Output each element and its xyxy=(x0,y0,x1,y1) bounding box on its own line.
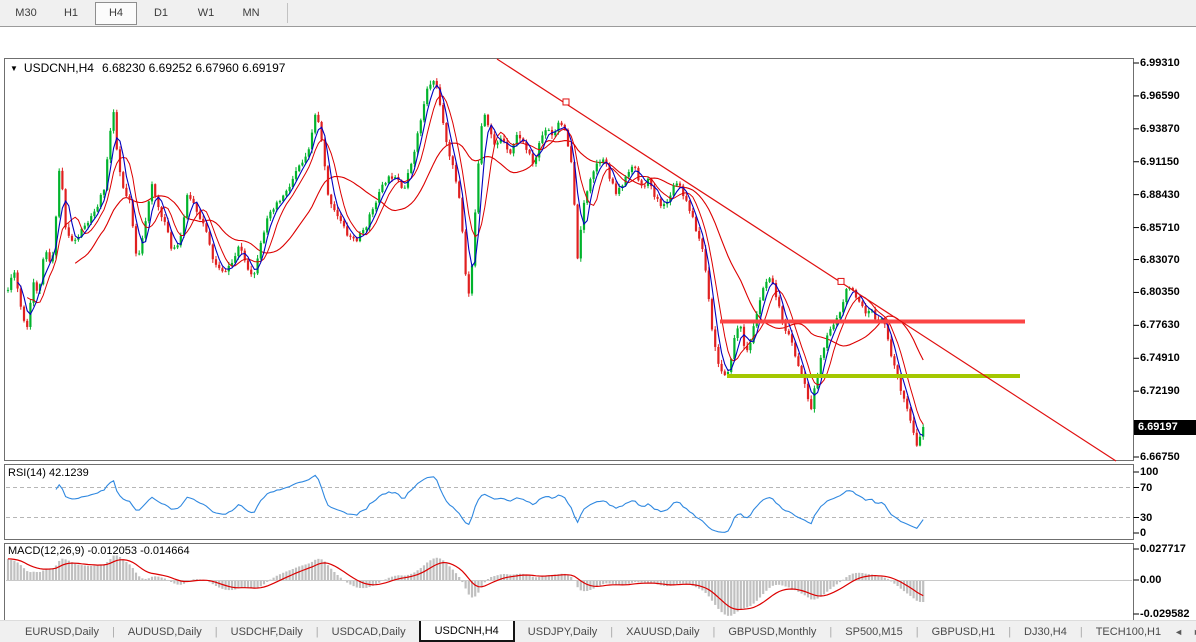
chart-window: ▼ USDCNH,H4 6.68230 6.69252 6.67960 6.69… xyxy=(0,28,1196,619)
macd-axis-label: 0.027717 xyxy=(1140,543,1186,555)
chart-title: ▼ USDCNH,H4 6.68230 6.69252 6.67960 6.69… xyxy=(10,61,285,75)
rsi-indicator-label: RSI(14) 42.1239 xyxy=(8,467,89,479)
chevron-down-icon[interactable]: ▼ xyxy=(10,64,18,73)
toolbar-separator xyxy=(287,3,288,23)
rsi-axis-label: 70 xyxy=(1140,482,1152,494)
timeframe-buttons: M30H1H4D1W1MN xyxy=(5,2,275,25)
chart-ohlc-values: 6.68230 6.69252 6.67960 6.69197 xyxy=(102,61,286,75)
price-axis-label: 6.93870 xyxy=(1140,123,1180,135)
macd-axis-label: -0.029582 xyxy=(1140,608,1190,620)
price-axis-label: 6.74910 xyxy=(1140,352,1180,364)
tab-sp500-m15[interactable]: SP500,M15 xyxy=(832,621,915,642)
tab-eurusd-daily[interactable]: EURUSD,Daily xyxy=(12,621,112,642)
timeframe-button-w1[interactable]: W1 xyxy=(185,2,227,25)
tab-usdjpy-daily[interactable]: USDJPY,Daily xyxy=(515,621,611,642)
price-axis-label: 6.80350 xyxy=(1140,286,1180,298)
tabs-scroll-left-icon[interactable]: ◄ xyxy=(1174,627,1183,637)
tab-usdcnh-h4[interactable]: USDCNH,H4 xyxy=(419,621,515,642)
timeframe-button-m30[interactable]: M30 xyxy=(5,2,47,25)
timeframe-button-d1[interactable]: D1 xyxy=(140,2,182,25)
tab-xauusd-daily[interactable]: XAUUSD,Daily xyxy=(613,621,712,642)
tab-scroll-arrows: ◄ ► xyxy=(1174,621,1196,642)
timeframe-button-h4[interactable]: H4 xyxy=(95,2,137,25)
rsi-axis-label: 0 xyxy=(1140,527,1146,539)
price-axis-label: 6.96590 xyxy=(1140,90,1180,102)
chart-symbol-period: USDCNH,H4 xyxy=(24,61,94,75)
tab-gbpusd-h1[interactable]: GBPUSD,H1 xyxy=(919,621,1009,642)
trading-terminal: M30H1H4D1W1MN ▼ USDCNH,H4 6.68230 6.6925… xyxy=(0,0,1196,642)
tab-tech100-h1[interactable]: TECH100,H1 xyxy=(1083,621,1174,642)
timeframe-button-mn[interactable]: MN xyxy=(230,2,272,25)
price-axis-label: 6.66750 xyxy=(1140,451,1180,463)
symbol-tab-bar: EURUSD,Daily|AUDUSD,Daily|USDCHF,Daily|U… xyxy=(0,620,1196,642)
symbol-tabs: EURUSD,Daily|AUDUSD,Daily|USDCHF,Daily|U… xyxy=(12,621,1174,642)
rsi-axis-label: 30 xyxy=(1140,512,1152,524)
price-axis-label: 6.72190 xyxy=(1140,385,1180,397)
tab-usdchf-daily[interactable]: USDCHF,Daily xyxy=(218,621,316,642)
macd-indicator-label: MACD(12,26,9) -0.012053 -0.014664 xyxy=(8,545,190,557)
price-axis-label: 6.88430 xyxy=(1140,189,1180,201)
timeframe-toolbar: M30H1H4D1W1MN xyxy=(0,0,1196,27)
price-axis-label: 6.99310 xyxy=(1140,57,1180,69)
tab-dj30-h4[interactable]: DJ30,H4 xyxy=(1011,621,1080,642)
price-axis-label: 6.91150 xyxy=(1140,156,1179,168)
timeframe-button-h1[interactable]: H1 xyxy=(50,2,92,25)
rsi-axis-label: 100 xyxy=(1140,466,1158,478)
tab-gbpusd-monthly[interactable]: GBPUSD,Monthly xyxy=(715,621,829,642)
price-axis-label: 6.77630 xyxy=(1140,319,1180,331)
price-axis-label: 6.83070 xyxy=(1140,254,1180,266)
tab-audusd-daily[interactable]: AUDUSD,Daily xyxy=(115,621,215,642)
price-axis-label: 6.85710 xyxy=(1140,222,1180,234)
current-price-tag: 6.69197 xyxy=(1134,420,1196,435)
macd-axis-label: 0.00 xyxy=(1140,574,1161,586)
tab-usdcad-daily[interactable]: USDCAD,Daily xyxy=(319,621,419,642)
